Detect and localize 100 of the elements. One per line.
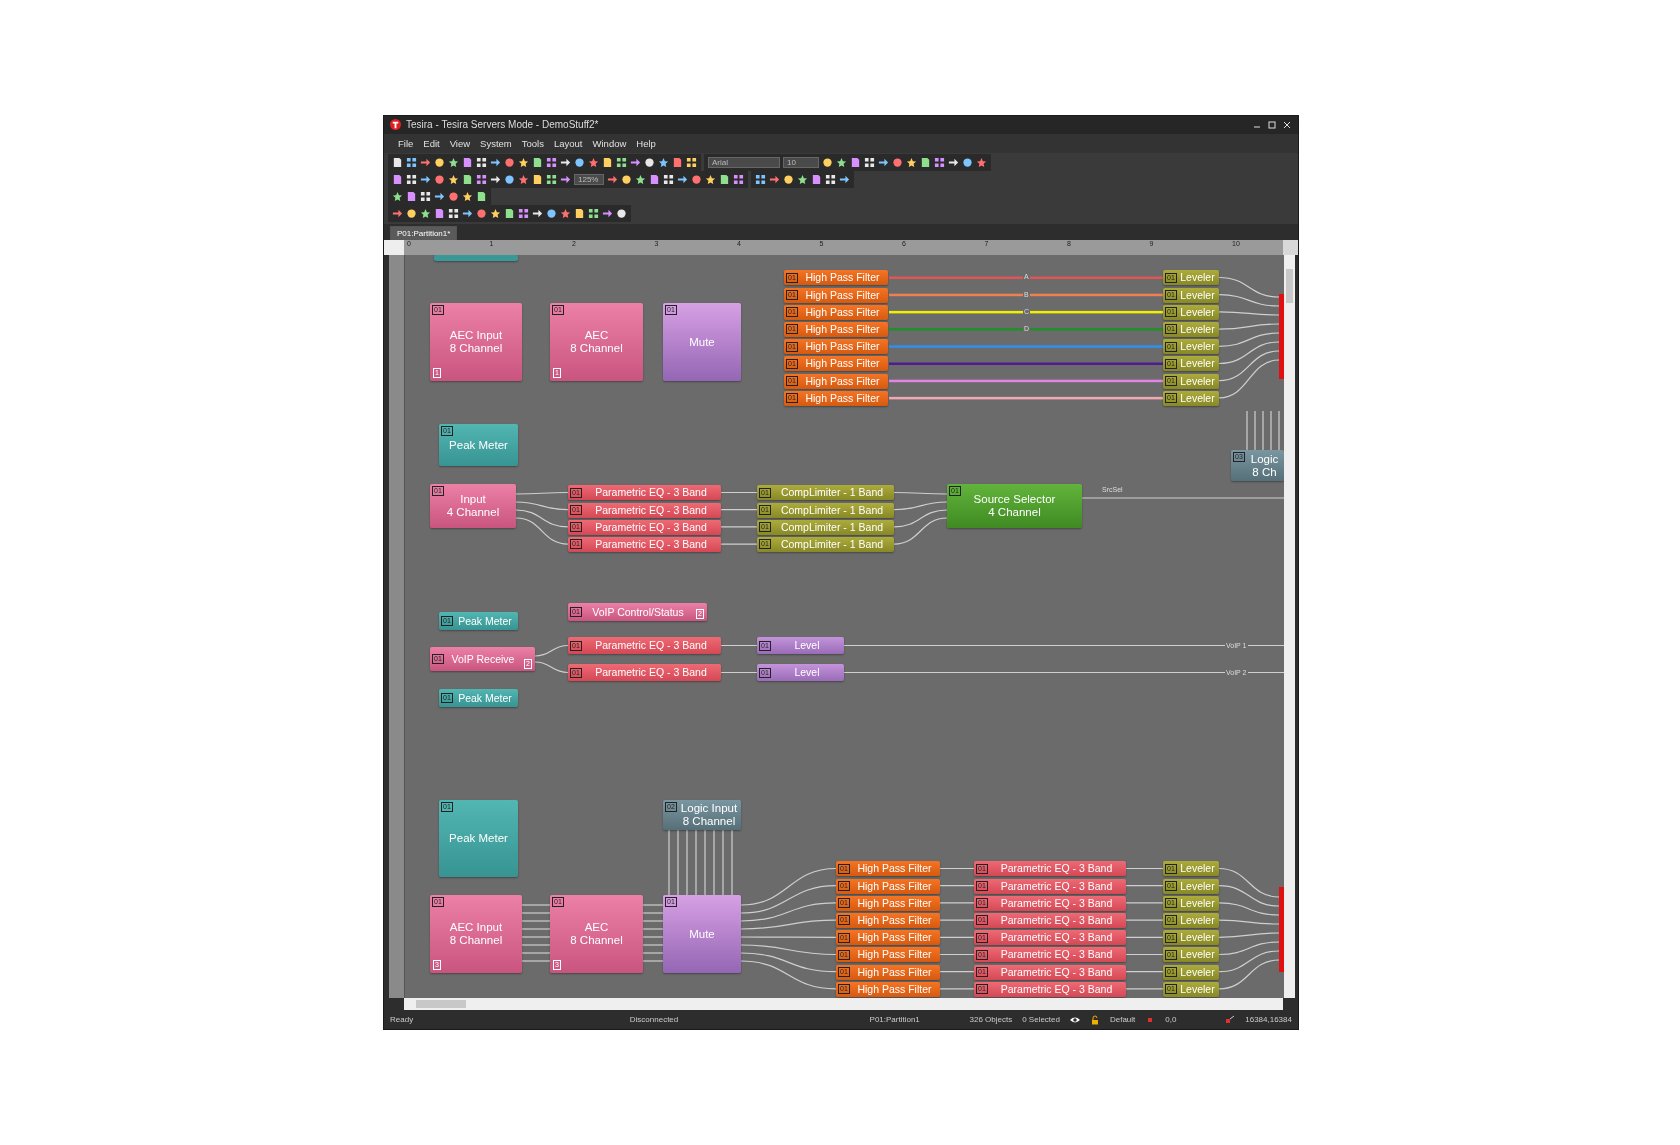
circle-icon[interactable] xyxy=(504,157,515,169)
circle-icon[interactable] xyxy=(574,157,585,169)
document-icon[interactable] xyxy=(574,208,585,220)
grid-icon[interactable] xyxy=(663,174,674,186)
circle-icon[interactable] xyxy=(616,208,627,220)
menu-item[interactable]: Edit xyxy=(423,137,440,149)
grid-icon[interactable] xyxy=(546,174,557,186)
star-icon[interactable] xyxy=(420,208,431,220)
font-dropdown[interactable]: Arial xyxy=(708,157,780,169)
document-icon[interactable] xyxy=(850,157,861,169)
star-icon[interactable] xyxy=(836,157,847,169)
arrow-icon[interactable] xyxy=(602,208,613,220)
star-icon[interactable] xyxy=(588,157,599,169)
partition-tab[interactable]: P01:Partition1* xyxy=(390,226,458,241)
grid-icon[interactable] xyxy=(476,174,487,186)
grid-icon[interactable] xyxy=(448,208,459,220)
grid-icon[interactable] xyxy=(518,208,529,220)
circle-icon[interactable] xyxy=(822,157,833,169)
circle-icon[interactable] xyxy=(448,191,459,203)
document-icon[interactable] xyxy=(719,174,730,186)
close-icon[interactable] xyxy=(1282,119,1292,130)
document-icon[interactable] xyxy=(392,174,403,186)
zoom-dropdown[interactable]: 125% xyxy=(574,174,604,186)
arrow-icon[interactable] xyxy=(878,157,889,169)
grid-icon[interactable] xyxy=(546,157,557,169)
arrow-icon[interactable] xyxy=(420,174,431,186)
menu-item[interactable]: Tools xyxy=(521,137,544,149)
star-icon[interactable] xyxy=(560,208,571,220)
document-icon[interactable] xyxy=(532,174,543,186)
circle-icon[interactable] xyxy=(546,208,557,220)
arrow-icon[interactable] xyxy=(607,174,618,186)
circle-icon[interactable] xyxy=(476,208,487,220)
grid-icon[interactable] xyxy=(420,191,431,203)
star-icon[interactable] xyxy=(797,174,808,186)
circle-icon[interactable] xyxy=(892,157,903,169)
grid-icon[interactable] xyxy=(755,174,766,186)
maximize-icon[interactable] xyxy=(1267,119,1277,130)
star-icon[interactable] xyxy=(518,157,529,169)
document-icon[interactable] xyxy=(462,157,473,169)
document-icon[interactable] xyxy=(392,157,403,169)
grid-icon[interactable] xyxy=(406,157,417,169)
star-icon[interactable] xyxy=(392,191,403,203)
arrow-icon[interactable] xyxy=(490,157,501,169)
circle-icon[interactable] xyxy=(406,208,417,220)
document-icon[interactable] xyxy=(649,174,660,186)
circle-icon[interactable] xyxy=(691,174,702,186)
vertical-scrollbar[interactable] xyxy=(1284,255,1295,999)
star-icon[interactable] xyxy=(658,157,669,169)
star-icon[interactable] xyxy=(448,174,459,186)
lock-icon[interactable] xyxy=(1090,1014,1100,1025)
menu-item[interactable]: Window xyxy=(592,137,627,149)
star-icon[interactable] xyxy=(518,174,529,186)
document-icon[interactable] xyxy=(602,157,613,169)
arrow-icon[interactable] xyxy=(532,208,543,220)
arrow-icon[interactable] xyxy=(769,174,780,186)
circle-icon[interactable] xyxy=(434,157,445,169)
circle-icon[interactable] xyxy=(504,174,515,186)
grid-icon[interactable] xyxy=(825,174,836,186)
menu-item[interactable]: Layout xyxy=(554,137,583,149)
circle-icon[interactable] xyxy=(434,174,445,186)
arrow-icon[interactable] xyxy=(560,157,571,169)
grid-icon[interactable] xyxy=(476,157,487,169)
document-icon[interactable] xyxy=(920,157,931,169)
document-icon[interactable] xyxy=(406,191,417,203)
arrow-icon[interactable] xyxy=(948,157,959,169)
grid-icon[interactable] xyxy=(733,174,744,186)
star-icon[interactable] xyxy=(705,174,716,186)
grid-icon[interactable] xyxy=(686,157,697,169)
document-icon[interactable] xyxy=(434,208,445,220)
arrow-icon[interactable] xyxy=(560,174,571,186)
circle-icon[interactable] xyxy=(621,174,632,186)
arrow-icon[interactable] xyxy=(434,191,445,203)
arrow-icon[interactable] xyxy=(462,208,473,220)
circle-icon[interactable] xyxy=(644,157,655,169)
document-icon[interactable] xyxy=(476,191,487,203)
document-icon[interactable] xyxy=(811,174,822,186)
menu-item[interactable]: View xyxy=(449,137,471,149)
document-icon[interactable] xyxy=(462,174,473,186)
menu-item[interactable]: Help xyxy=(636,137,656,149)
font-size-dropdown[interactable]: 10 xyxy=(783,157,819,169)
arrow-icon[interactable] xyxy=(490,174,501,186)
circle-icon[interactable] xyxy=(783,174,794,186)
grid-icon[interactable] xyxy=(864,157,875,169)
arrow-icon[interactable] xyxy=(677,174,688,186)
star-icon[interactable] xyxy=(462,191,473,203)
star-icon[interactable] xyxy=(490,208,501,220)
circle-icon[interactable] xyxy=(962,157,973,169)
document-icon[interactable] xyxy=(532,157,543,169)
grid-icon[interactable] xyxy=(406,174,417,186)
star-icon[interactable] xyxy=(448,157,459,169)
horizontal-scrollbar[interactable] xyxy=(404,998,1283,1011)
arrow-icon[interactable] xyxy=(420,157,431,169)
arrow-icon[interactable] xyxy=(839,174,850,186)
grid-icon[interactable] xyxy=(616,157,627,169)
arrow-icon[interactable] xyxy=(392,208,403,220)
layer-dropdown[interactable]: Default xyxy=(1109,1015,1136,1025)
grid-icon[interactable] xyxy=(934,157,945,169)
star-icon[interactable] xyxy=(976,157,987,169)
grid-icon[interactable] xyxy=(588,208,599,220)
arrow-icon[interactable] xyxy=(630,157,641,169)
